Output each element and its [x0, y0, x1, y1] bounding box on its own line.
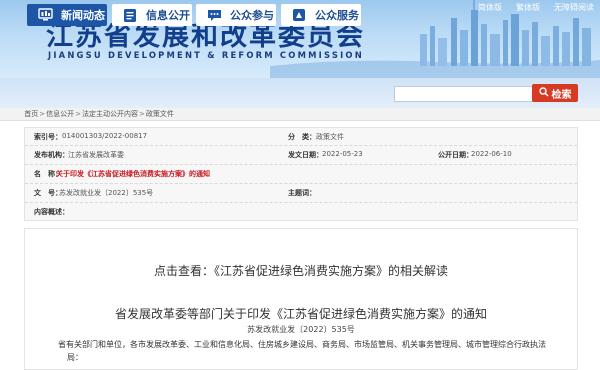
interpretation-link[interactable]: 《江苏省促进绿色消费实施方案》的相关解读 — [214, 264, 448, 278]
nav-item-label: 公众服务 — [315, 9, 359, 22]
summary-label: 内容概述： — [34, 208, 69, 216]
monitor-icon — [37, 7, 53, 23]
interpretation-prefix: 点击查看： — [153, 264, 214, 278]
info-row: 索引号： 014001303/2022-00817 分 类： 政策文件 — [25, 128, 577, 146]
breadcrumb-policy-documents[interactable]: 政策文件 — [146, 110, 174, 118]
nav-item-public-service[interactable]: 公众服务 — [281, 4, 361, 26]
info-row: 名 称： 关于印发《江苏省促进绿色消费实施方案》的通知 — [25, 165, 577, 184]
nav-item-label: 信息公开 — [146, 9, 190, 22]
doc-no-label: 文 号： — [34, 189, 62, 197]
keywords-label: 主题词： — [288, 189, 316, 197]
category-value: 政策文件 — [316, 133, 344, 141]
release-date-value: 2022-06-10 — [471, 150, 512, 158]
article-title: 省发展改革委等部门关于印发《江苏省促进绿色消费实施方案》的通知 — [114, 307, 487, 321]
nav-item-news[interactable]: 新闻动态 — [27, 4, 107, 26]
publish-date-value: 2022-05-23 — [322, 150, 363, 158]
document-info-table: 索引号： 014001303/2022-00817 分 类： 政策文件 发布机构… — [24, 127, 578, 221]
info-row: 发布机构： 江苏省发展改革委 发文日期： 2022-05-23 公开日期： 20… — [25, 146, 577, 165]
nav-item-public-participation[interactable]: 公众参与 — [196, 4, 276, 26]
breadcrumb-separator: > — [138, 110, 145, 118]
top-links: 简体版 繁体版 无障碍阅读 — [478, 2, 594, 13]
nav-item-label: 公众参与 — [230, 9, 274, 22]
search-icon — [538, 86, 549, 100]
publisher-value: 江苏省发展改革委 — [68, 151, 124, 159]
breadcrumb-home[interactable]: 首页 — [24, 110, 38, 118]
breadcrumb-separator: > — [75, 110, 81, 118]
breadcrumb: 首页>信息公开>法定主动公开内容>政策文件 — [0, 108, 600, 121]
breadcrumb-statutory-content[interactable]: 法定主动公开内容 — [82, 110, 138, 118]
breadcrumb-separator: > — [39, 110, 46, 118]
article-doc-no: 苏发改就业发〔2022〕535号 — [247, 325, 355, 334]
info-row: 文 号： 苏发改就业发〔2022〕535号 主题词： — [25, 184, 577, 203]
release-date-label: 公开日期： — [438, 151, 473, 159]
search-button-label: 检索 — [551, 89, 572, 101]
chat-icon — [206, 7, 222, 23]
interpretation-line: 点击查看：《江苏省促进绿色消费实施方案》的相关解读 — [25, 262, 577, 279]
article-paragraph: 省有关部门和单位，各市发展改革委、工业和信息化局、住房城乡建设局、商务局、市场监… — [58, 340, 546, 349]
search-input[interactable] — [394, 86, 538, 102]
article-body: 点击查看：《江苏省促进绿色消费实施方案》的相关解读 省发展改革委等部门关于印发《… — [24, 228, 578, 370]
publish-date-label: 发文日期： — [288, 151, 323, 159]
index-no-value: 014001303/2022-00817 — [62, 132, 148, 140]
traditional-chinese-link[interactable]: 繁体版 — [516, 2, 540, 13]
nav-item-label: 新闻动态 — [61, 9, 105, 22]
publisher-label: 发布机构： — [34, 151, 69, 159]
simplified-chinese-link[interactable]: 简体版 — [478, 2, 502, 13]
name-value: 关于印发《江苏省促进绿色消费实施方案》的通知 — [56, 170, 210, 178]
document-icon — [122, 7, 138, 23]
article-paragraph: 局： — [67, 353, 83, 362]
breadcrumb-info-disclosure[interactable]: 信息公开 — [46, 110, 74, 118]
search-button[interactable]: 检索 — [532, 84, 578, 102]
info-row: 内容概述： — [25, 203, 577, 220]
site-subtitle: JIANGSU DEVELOPMENT & REFORM COMMISSION — [48, 50, 364, 60]
doc-no-value: 苏发改就业发〔2022〕535号 — [59, 189, 154, 197]
nav-item-info-disclosure[interactable]: 信息公开 — [112, 4, 192, 26]
index-no-label: 索引号： — [34, 133, 62, 141]
service-icon — [291, 7, 307, 23]
accessibility-link[interactable]: 无障碍阅读 — [554, 2, 594, 13]
category-label: 分 类： — [288, 133, 316, 141]
